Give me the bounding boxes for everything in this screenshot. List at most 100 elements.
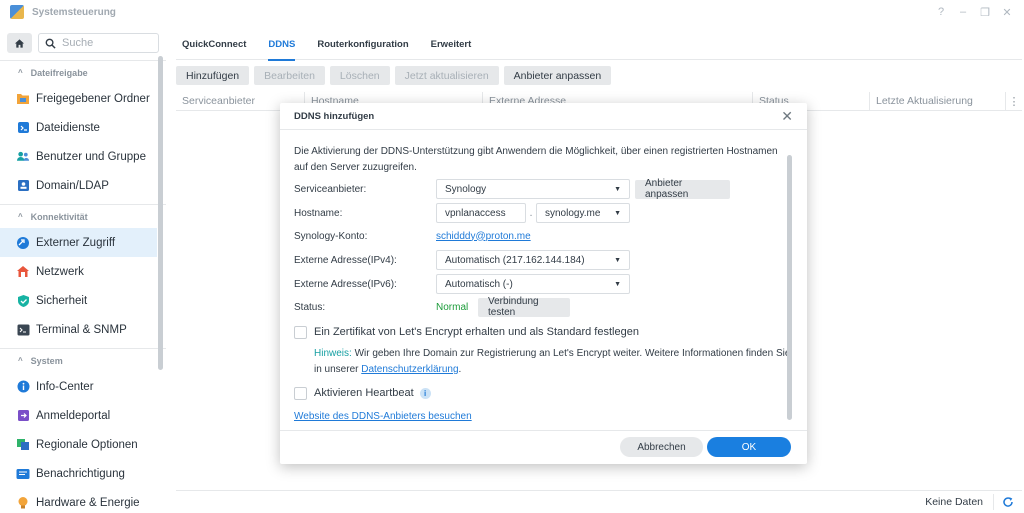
help-icon[interactable]: ?: [932, 4, 950, 20]
column-header-last-update[interactable]: Letzte Aktualisierung: [870, 92, 1006, 110]
privacy-policy-link[interactable]: Datenschutzerklärung: [361, 364, 458, 375]
info-center-icon: [16, 380, 30, 394]
refresh-icon[interactable]: [1002, 496, 1014, 508]
sidebar-item-label: Sicherheit: [36, 294, 88, 307]
home-icon: [14, 38, 25, 48]
sidebar-item-shared-folder[interactable]: Freigegebener Ordner: [0, 84, 157, 113]
update-now-button[interactable]: Jetzt aktualisieren: [394, 66, 499, 85]
hostname-dot: .: [529, 207, 533, 219]
ipv4-select[interactable]: Automatisch (217.162.144.184) ▼: [436, 250, 630, 270]
section-title: Konnektivität: [30, 211, 88, 222]
tab-router-configuration[interactable]: Routerkonfiguration: [311, 30, 408, 60]
edit-button[interactable]: Bearbeiten: [254, 66, 325, 85]
sidebar-item-label: Netzwerk: [36, 265, 84, 278]
section-title: System: [30, 355, 63, 366]
status-label: Status:: [294, 301, 326, 313]
minimize-icon[interactable]: –: [954, 4, 972, 20]
sidebar-item-label: Benachrichtigung: [36, 467, 125, 480]
provider-value: Synology: [445, 183, 487, 195]
sidebar-item-terminal-snmp[interactable]: Terminal & SNMP: [0, 315, 157, 344]
provider-select[interactable]: Synology ▼: [436, 179, 630, 199]
ipv6-value: Automatisch (-): [445, 278, 513, 290]
sidebar-item-notification[interactable]: Benachrichtigung: [0, 459, 157, 488]
close-window-icon[interactable]: ✕: [998, 4, 1016, 20]
dialog-scrollbar[interactable]: [787, 155, 792, 420]
provider-label: Serviceanbieter:: [294, 183, 367, 195]
tab-ddns[interactable]: DDNS: [262, 30, 295, 61]
sidebar-item-domain-ldap[interactable]: Domain/LDAP: [0, 171, 157, 200]
terminal-icon: [16, 323, 30, 337]
sidebar-top: [0, 30, 166, 56]
search-input[interactable]: [62, 37, 152, 49]
account-link[interactable]: schidddy@proton.me: [436, 231, 531, 242]
delete-button[interactable]: Löschen: [329, 66, 390, 85]
chevron-up-icon: ^: [18, 68, 23, 77]
sidebar-item-info-center[interactable]: Info-Center: [0, 372, 157, 401]
domain-select[interactable]: synology.me ▼: [536, 203, 630, 223]
dialog-body: Die Aktivierung der DDNS-Unterstützung g…: [294, 144, 790, 422]
cancel-button[interactable]: Abbrechen: [620, 437, 703, 457]
letsencrypt-checkbox[interactable]: [294, 325, 307, 339]
row-account: Synology-Konto: schidddy@proton.me: [294, 226, 531, 246]
table-footer: Keine Daten: [176, 490, 1022, 513]
sidebar-scrollbar[interactable]: [158, 56, 163, 370]
sidebar-item-label: Externer Zugriff: [36, 236, 116, 249]
row-hostname: Hostname: vpnlanaccess . synology.me ▼: [294, 203, 630, 223]
section-header-connectivity[interactable]: ^ Konnektivität: [0, 204, 166, 228]
test-connection-button[interactable]: Verbindung testen: [478, 296, 570, 318]
provider-website-link[interactable]: Website des DDNS-Anbieters besuchen: [294, 411, 472, 422]
hostname-label: Hostname:: [294, 207, 343, 219]
login-portal-icon: [16, 409, 30, 423]
sidebar-item-label: Terminal & SNMP: [36, 323, 127, 336]
tab-quickconnect[interactable]: QuickConnect: [176, 30, 246, 60]
hostname-input[interactable]: vpnlanaccess: [436, 203, 526, 223]
domain-value: synology.me: [545, 207, 601, 219]
dialog-description: Die Aktivierung der DDNS-Unterstützung g…: [294, 146, 778, 173]
users-icon: [16, 150, 30, 164]
external-access-icon: [16, 236, 30, 250]
section-header-system[interactable]: ^ System: [0, 348, 166, 372]
sidebar-item-regional-options[interactable]: Regionale Optionen: [0, 430, 157, 459]
ipv4-label: Externe Adresse(IPv4):: [294, 254, 397, 266]
dialog-customize-provider-button[interactable]: Anbieter anpassen: [635, 178, 730, 200]
heartbeat-checkbox[interactable]: [294, 386, 307, 400]
sidebar-item-file-services[interactable]: Dateidienste: [0, 113, 157, 142]
home-button[interactable]: [7, 33, 32, 53]
sidebar-item-label: Freigegebener Ordner: [36, 92, 150, 105]
ok-button[interactable]: OK: [707, 437, 791, 457]
row-status: Status: Normal Verbindung testen: [294, 296, 570, 318]
sidebar-item-hardware-power[interactable]: Hardware & Energie: [0, 488, 157, 513]
row-ipv4: Externe Adresse(IPv4): Automatisch (217.…: [294, 250, 630, 270]
sidebar-item-label: Anmeldeportal: [36, 409, 111, 422]
hint-prefix: Hinweis:: [314, 348, 352, 359]
sidebar-item-label: Dateidienste: [36, 121, 100, 134]
sidebar-item-users-groups[interactable]: Benutzer und Gruppe: [0, 142, 157, 171]
sidebar-search[interactable]: [38, 33, 159, 53]
tab-advanced[interactable]: Erweitert: [425, 30, 472, 60]
regional-icon: [16, 438, 30, 452]
column-options-icon[interactable]: ⋮: [1006, 95, 1022, 108]
footer-divider: [993, 494, 994, 510]
close-icon[interactable]: ✕: [781, 108, 793, 125]
letsencrypt-label: Ein Zertifikat von Let's Encrypt erhalte…: [314, 326, 639, 338]
bulb-icon: [16, 496, 30, 510]
shield-icon: [16, 294, 30, 308]
notification-icon: [16, 467, 30, 481]
maximize-icon[interactable]: ❐: [976, 4, 994, 20]
sidebar-item-security[interactable]: Sicherheit: [0, 286, 157, 315]
sidebar-item-label: Info-Center: [36, 380, 94, 393]
sidebar-item-network[interactable]: Netzwerk: [0, 257, 157, 286]
info-icon[interactable]: i: [419, 387, 431, 399]
letsencrypt-hint: Hinweis: Wir geben Ihre Domain zur Regis…: [314, 346, 792, 378]
chevron-down-icon: ▼: [614, 185, 621, 193]
toolbar: Hinzufügen Bearbeiten Löschen Jetzt aktu…: [176, 66, 1024, 86]
ipv6-select[interactable]: Automatisch (-) ▼: [436, 274, 630, 294]
folder-icon: [16, 92, 30, 106]
section-header-file-sharing[interactable]: ^ Dateifreigabe: [0, 60, 166, 84]
sidebar-item-external-access[interactable]: Externer Zugriff: [0, 228, 157, 257]
customize-provider-button[interactable]: Anbieter anpassen: [503, 66, 612, 85]
account-label: Synology-Konto:: [294, 230, 368, 242]
row-ipv6: Externe Adresse(IPv6): Automatisch (-) ▼: [294, 274, 630, 294]
add-button[interactable]: Hinzufügen: [176, 66, 250, 85]
sidebar-item-login-portal[interactable]: Anmeldeportal: [0, 401, 157, 430]
